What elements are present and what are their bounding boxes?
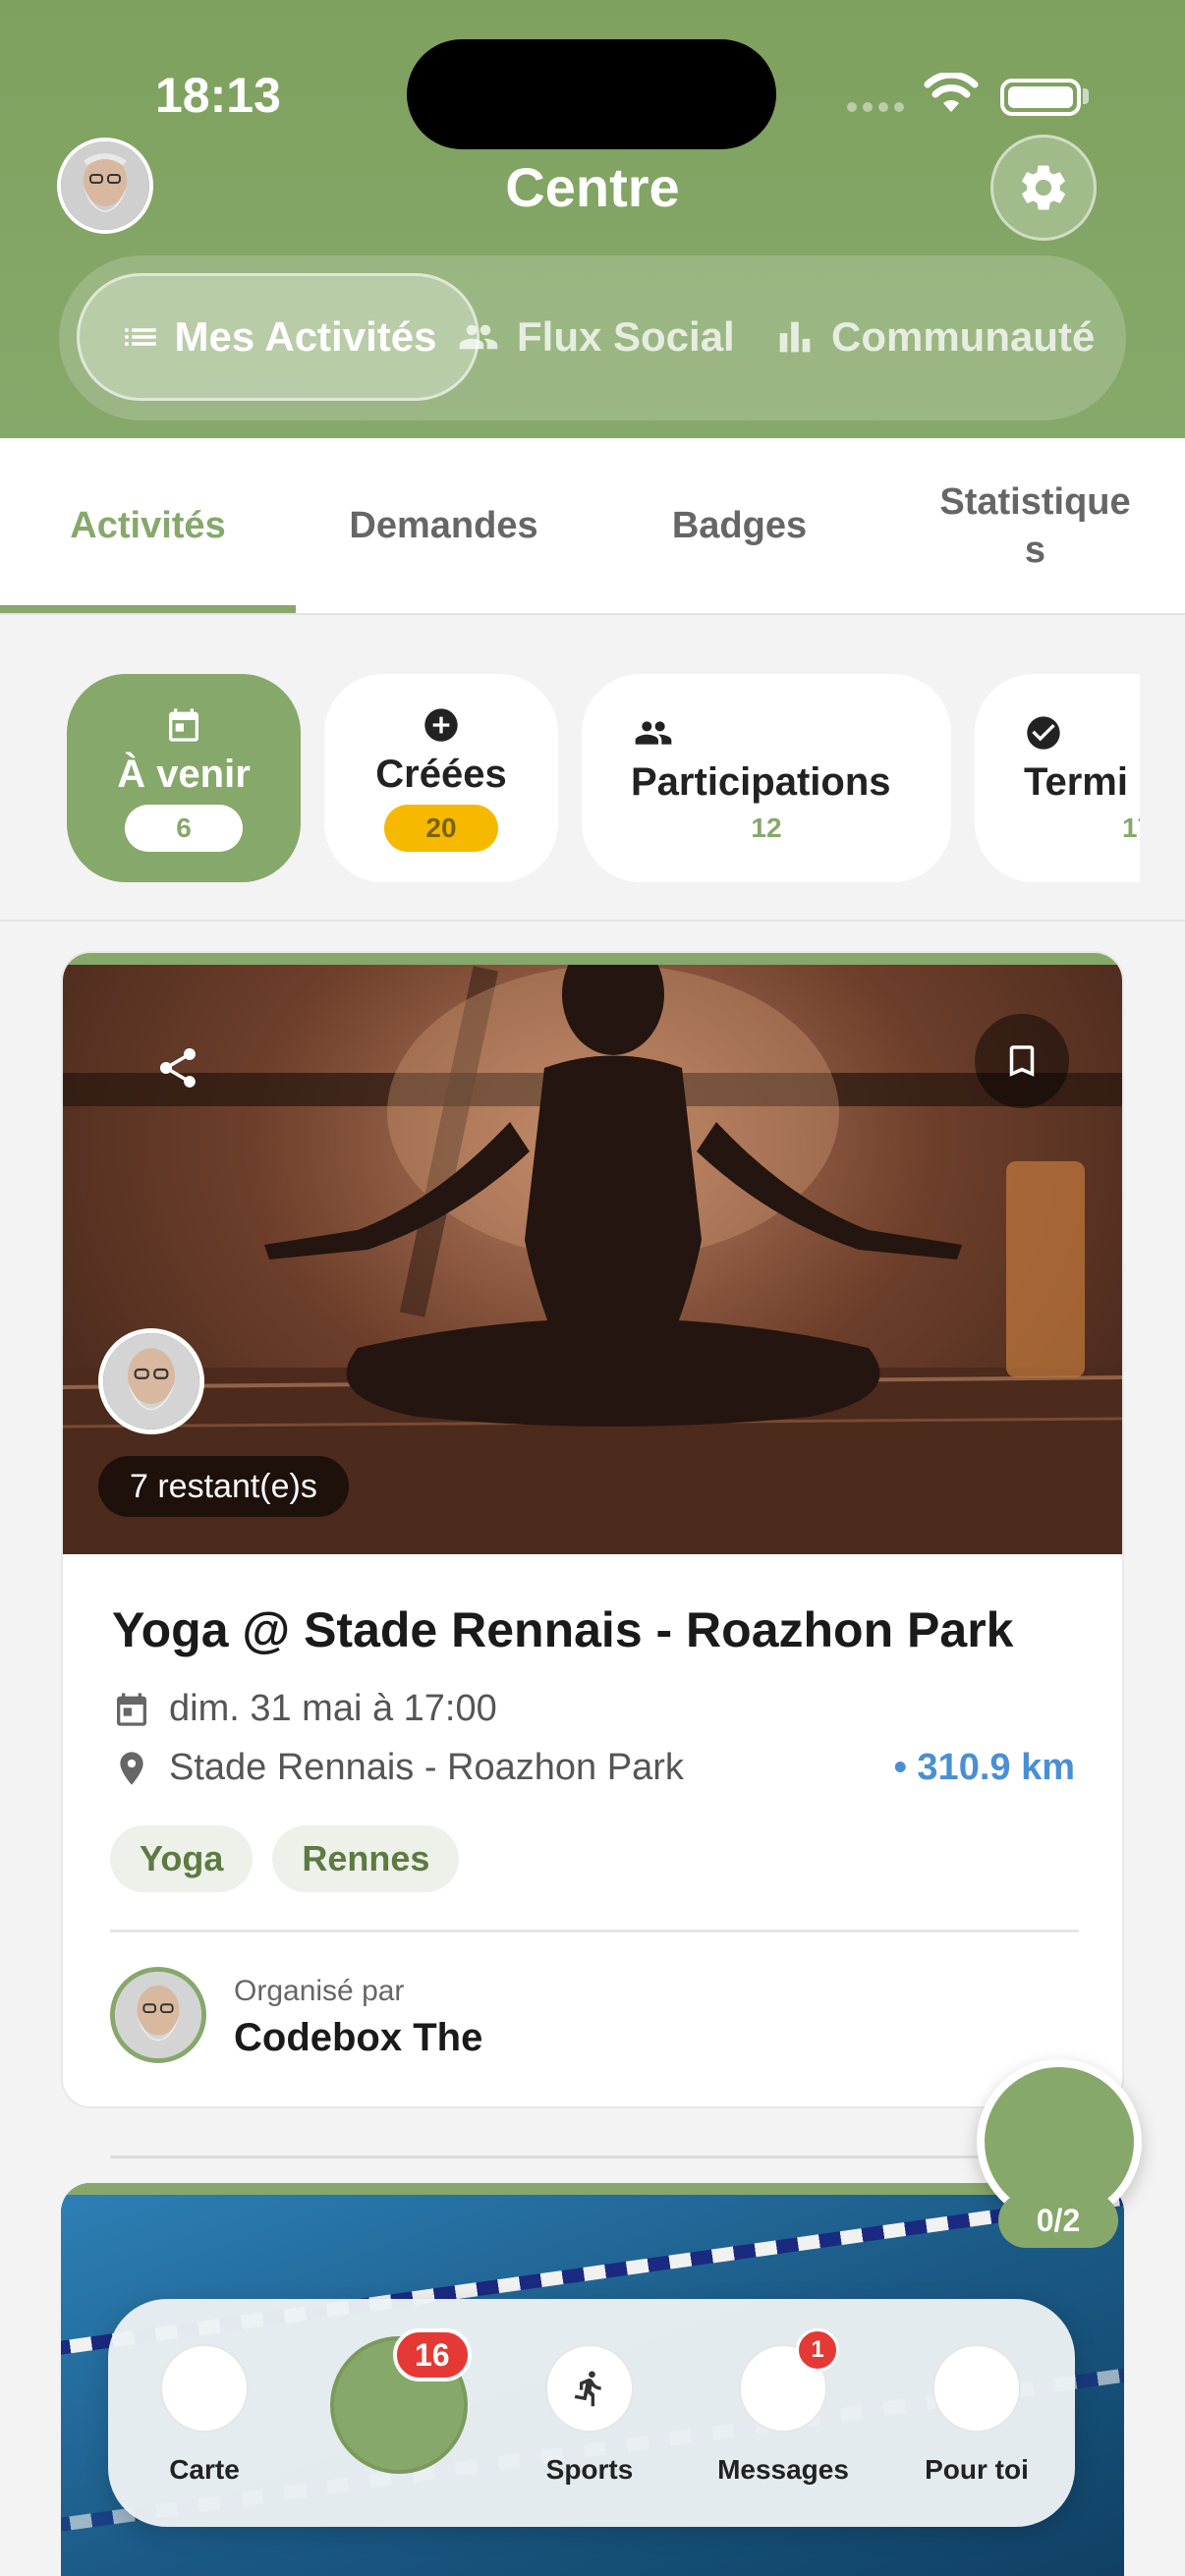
activity-location: Stade Rennais - Roazhon Park — [169, 1747, 684, 1788]
people-icon — [459, 324, 498, 350]
tab-badges[interactable]: Badges — [592, 438, 887, 615]
wifi-icon — [924, 73, 979, 112]
location-pin-icon — [120, 1751, 143, 1785]
segment-label: Mes Activités — [174, 313, 437, 360]
segment-mes-activites[interactable]: Mes Activités — [77, 273, 480, 401]
segment-label: Flux Social — [517, 313, 735, 360]
map-icon — [160, 2344, 249, 2433]
card-divider — [110, 1930, 1079, 1932]
nav-label: Sports — [545, 2454, 634, 2485]
for-you-icon — [932, 2344, 1021, 2433]
group-icon — [635, 720, 672, 745]
nav-label: Messages — [717, 2454, 849, 2485]
remaining-spots-badge: 7 restant(e)s — [98, 1456, 349, 1517]
nav-label: Pour toi — [925, 2454, 1029, 2485]
filter-count: 20 — [384, 804, 498, 852]
filter-a-venir[interactable]: À venir 6 — [67, 674, 301, 882]
fab-count-badge: 0/2 — [998, 2193, 1118, 2248]
filter-count: 12 — [751, 812, 782, 843]
tab-demandes[interactable]: Demandes — [296, 438, 592, 615]
card-accent-bar — [63, 953, 1122, 965]
nav-pour-toi[interactable]: Pour toi — [888, 2299, 1065, 2527]
nav-label: Carte — [169, 2454, 240, 2485]
section-switcher: Mes Activités Flux Social Communauté — [59, 255, 1126, 420]
calendar-icon — [169, 707, 198, 742]
calendar-icon — [117, 1692, 146, 1726]
app-header: 18:13 Centre Mes Activités Flux Social C… — [0, 0, 1185, 438]
nav-sports[interactable]: Sports — [501, 2299, 678, 2527]
filter-count: 6 — [125, 804, 243, 852]
avatar-portrait — [115, 1972, 201, 2058]
activity-distance: • 310.9 km — [893, 1747, 1075, 1788]
activity-photo: 7 restant(e)s — [63, 965, 1122, 1554]
activity-date: dim. 31 mai à 17:00 — [169, 1688, 497, 1729]
center-notification-badge: 16 — [393, 2328, 472, 2381]
messages-badge: 1 — [796, 2328, 839, 2372]
segment-communaute[interactable]: Communauté — [772, 273, 1095, 401]
share-icon — [159, 1048, 196, 1088]
running-icon — [574, 2371, 601, 2407]
nav-carte[interactable]: Carte — [116, 2299, 293, 2527]
filter-label: Créées — [375, 752, 507, 796]
check-circle-icon — [1027, 715, 1060, 750]
organizer-avatar[interactable] — [110, 1967, 206, 2063]
organizer-name[interactable]: Codebox The — [234, 2016, 482, 2060]
sub-tabs: Activités Demandes Badges Statistique s — [0, 438, 1185, 615]
avatar-portrait — [103, 1333, 199, 1429]
list-icon — [124, 328, 156, 346]
filter-creees[interactable]: Créées 20 — [324, 674, 558, 882]
filter-label: Termi — [1024, 759, 1128, 804]
tab-activites[interactable]: Activités — [0, 438, 296, 615]
bottom-navigation: Carte 16 Sports Messages 1 Pour toi — [108, 2299, 1075, 2527]
filter-label: À venir — [117, 752, 251, 796]
bar-chart-icon — [779, 321, 811, 353]
sports-icon — [545, 2344, 634, 2433]
nav-messages[interactable]: Messages — [695, 2299, 872, 2527]
activity-tags: Yoga Rennes — [110, 1825, 460, 1892]
list-separator — [110, 2156, 1073, 2158]
participant-avatar[interactable] — [98, 1328, 204, 1434]
activity-location-row: Stade Rennais - Roazhon Park — [112, 1747, 684, 1789]
battery-icon — [1000, 79, 1081, 116]
tag-sport[interactable]: Yoga — [110, 1825, 254, 1892]
filter-participations[interactable]: Participations 12 — [582, 674, 951, 882]
organizer-label: Organisé par — [234, 1975, 405, 2007]
filter-chips: À venir 6 Créées 20 Participations 12 Te… — [0, 617, 1185, 922]
add-circle-icon — [424, 707, 458, 742]
tab-statistiques[interactable]: Statistique s — [887, 438, 1183, 615]
status-time: 18:13 — [155, 68, 281, 123]
filter-label: Participations — [631, 759, 891, 804]
dynamic-island — [407, 39, 776, 149]
segment-label: Communauté — [831, 313, 1096, 360]
activity-date-row: dim. 31 mai à 17:00 — [112, 1688, 497, 1730]
activity-title: Yoga @ Stade Rennais - Roazhon Park — [112, 1602, 1014, 1657]
segment-flux-social[interactable]: Flux Social — [454, 273, 735, 401]
card-accent-bar — [61, 2183, 1124, 2195]
battery-tip — [1083, 88, 1089, 104]
tab-indicator — [0, 605, 296, 613]
gear-icon — [1022, 165, 1065, 210]
activity-card[interactable]: 7 restant(e)s Yoga @ Stade Rennais - Roa… — [61, 951, 1124, 2108]
bookmark-icon — [1009, 1045, 1035, 1077]
settings-button[interactable] — [990, 135, 1097, 241]
chips-scroll-edge — [1140, 617, 1185, 920]
share-button[interactable] — [124, 1014, 232, 1122]
bookmark-button[interactable] — [975, 1014, 1069, 1108]
signal-icon — [847, 102, 906, 112]
tag-city[interactable]: Rennes — [272, 1825, 460, 1892]
